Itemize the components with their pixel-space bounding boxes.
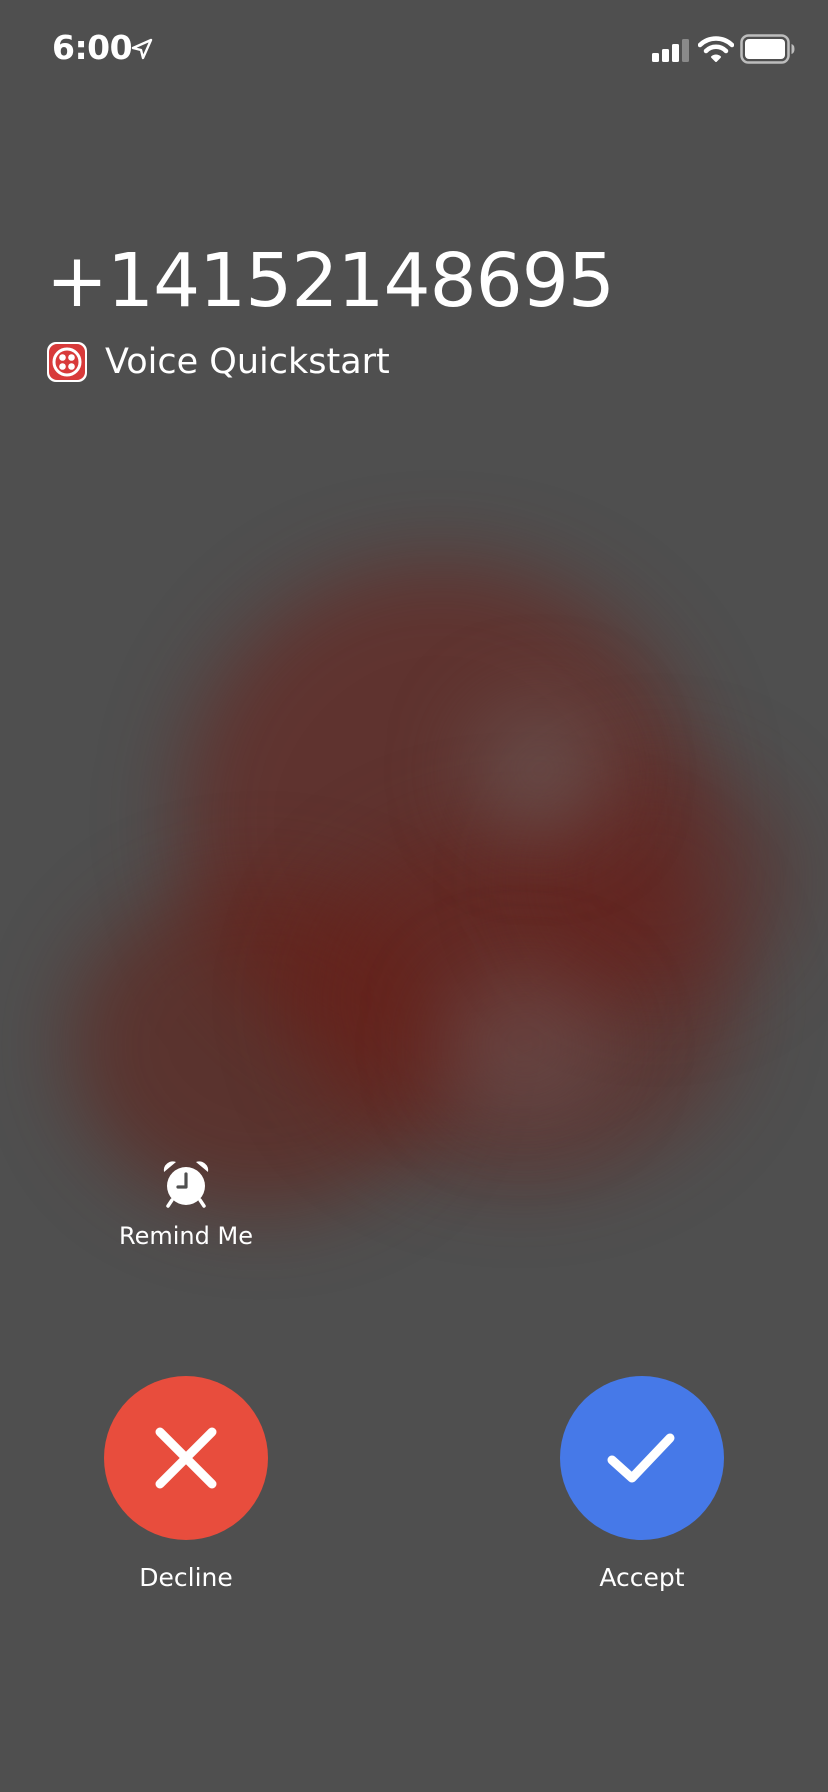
remind-me-label: Remind Me [119, 1222, 253, 1250]
battery-icon [740, 34, 795, 64]
caller-number: +14152148695 [46, 238, 615, 324]
close-icon [155, 1427, 217, 1489]
checkmark-icon [607, 1433, 675, 1483]
status-time: 6:00 [52, 28, 133, 67]
accept-label: Accept [599, 1563, 685, 1592]
cellular-signal-icon [652, 39, 689, 62]
decline-button[interactable] [104, 1376, 268, 1540]
twilio-logo-icon [47, 342, 87, 382]
accept-button[interactable] [560, 1376, 724, 1540]
location-arrow-icon [131, 38, 153, 60]
remind-me-button[interactable]: Remind Me [100, 1150, 272, 1260]
wifi-icon [698, 36, 734, 62]
app-name: Voice Quickstart [105, 342, 390, 382]
alarm-clock-icon [163, 1161, 209, 1208]
decline-label: Decline [139, 1563, 233, 1592]
